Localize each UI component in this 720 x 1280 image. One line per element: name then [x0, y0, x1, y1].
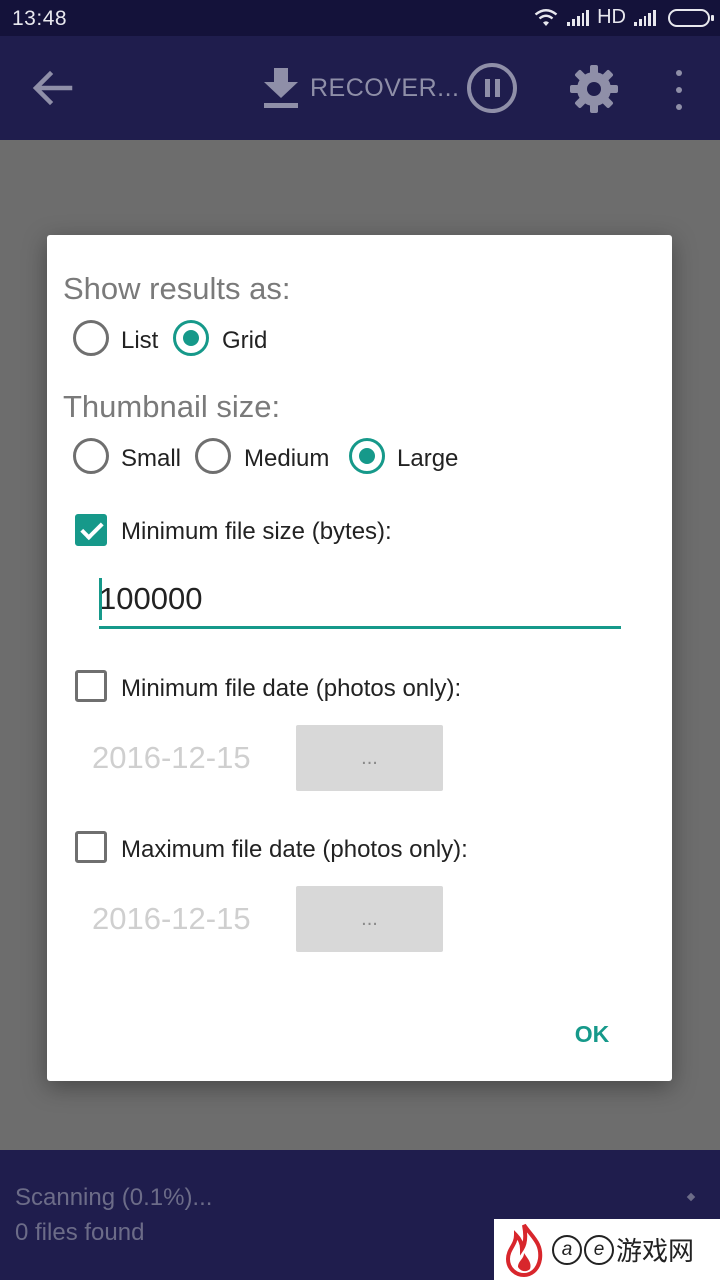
network-type: HD: [597, 6, 626, 28]
radio-grid[interactable]: [173, 320, 209, 356]
filter-dialog: Show results as: List Grid Thumbnail siz…: [47, 235, 672, 1081]
radio-medium-label[interactable]: Medium: [244, 445, 329, 473]
min-date-checkbox[interactable]: [75, 670, 107, 702]
max-date-checkbox[interactable]: [75, 831, 107, 863]
signal-icon: [567, 9, 590, 26]
text-cursor: [99, 578, 102, 620]
min-size-input-container: [99, 575, 621, 629]
battery-icon: [668, 8, 714, 27]
radio-large[interactable]: [349, 438, 385, 474]
scan-progress-text: Scanning (0.1%)...: [15, 1184, 213, 1211]
wifi-icon: [534, 8, 558, 26]
max-date-picker-button[interactable]: ...: [296, 886, 443, 952]
min-date-label[interactable]: Minimum file date (photos only):: [121, 675, 461, 703]
watermark-letter-e: e: [584, 1234, 614, 1265]
status-icons: HD: [533, 6, 714, 29]
flame-logo-icon: [505, 1223, 543, 1277]
status-time: 13:48: [12, 7, 68, 30]
show-results-title: Show results as:: [63, 271, 291, 306]
radio-grid-label[interactable]: Grid: [222, 327, 267, 355]
radio-list-label[interactable]: List: [121, 327, 158, 355]
more-options-icon[interactable]: [669, 70, 689, 110]
radio-large-label[interactable]: Large: [397, 445, 458, 473]
watermark-letter-a: a: [552, 1234, 582, 1265]
indicator-dot: [686, 1192, 696, 1202]
radio-list[interactable]: [73, 320, 109, 356]
status-bar: 13:48 HD: [0, 0, 720, 36]
min-date-picker-button[interactable]: ...: [296, 725, 443, 791]
watermark-text: 游戏网: [616, 1237, 695, 1267]
recover-label: RECOVER...: [310, 73, 460, 102]
back-arrow-icon[interactable]: [30, 68, 74, 108]
pause-icon[interactable]: [467, 63, 517, 113]
signal-icon-2: [634, 9, 656, 26]
ok-button[interactable]: OK: [557, 1011, 627, 1057]
gear-icon[interactable]: [569, 64, 619, 114]
download-icon: [264, 68, 298, 108]
min-size-checkbox[interactable]: [75, 514, 107, 546]
max-date-label[interactable]: Maximum file date (photos only):: [121, 836, 468, 864]
min-date-value: 2016-12-15: [92, 740, 251, 775]
max-date-value: 2016-12-15: [92, 901, 251, 936]
radio-small-label[interactable]: Small: [121, 445, 181, 473]
recover-button[interactable]: RECOVER...: [262, 66, 459, 110]
watermark-logo: a e 游戏网: [494, 1219, 720, 1280]
min-size-input[interactable]: [99, 581, 621, 617]
files-found-text: 0 files found: [15, 1219, 145, 1246]
radio-medium[interactable]: [195, 438, 231, 474]
toolbar: RECOVER...: [0, 36, 720, 140]
min-size-label[interactable]: Minimum file size (bytes):: [121, 518, 392, 546]
thumbnail-size-title: Thumbnail size:: [63, 389, 281, 424]
radio-small[interactable]: [73, 438, 109, 474]
